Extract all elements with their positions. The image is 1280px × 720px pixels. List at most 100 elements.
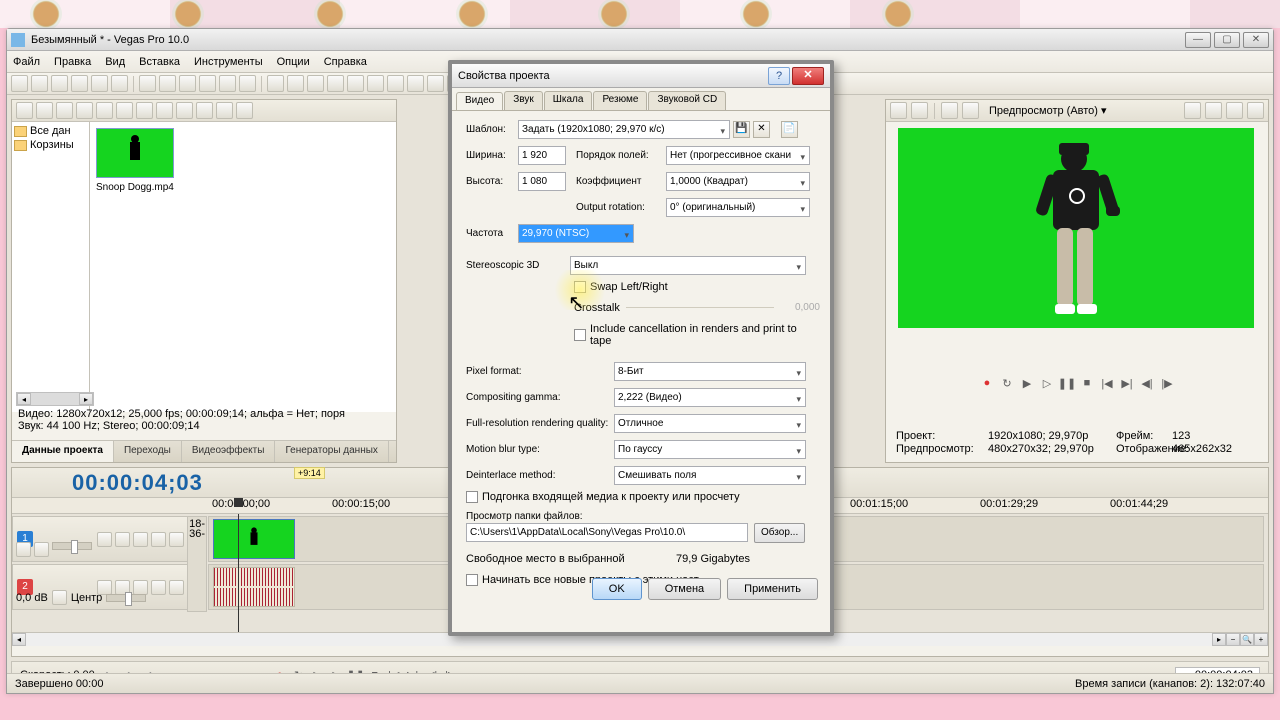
width-input[interactable] bbox=[518, 146, 566, 165]
preview-tool-icon[interactable] bbox=[1247, 102, 1264, 119]
tab-project-data[interactable]: Данные проекта bbox=[12, 441, 114, 462]
media-tree[interactable]: Все дан Корзины bbox=[12, 122, 90, 412]
tool-icon[interactable] bbox=[367, 75, 384, 92]
level-slider[interactable] bbox=[52, 542, 92, 550]
playhead[interactable] bbox=[238, 514, 239, 632]
stereo3d-select[interactable]: Выкл bbox=[570, 256, 806, 275]
preview-tool-icon[interactable] bbox=[1184, 102, 1201, 119]
menu-view[interactable]: Вид bbox=[105, 56, 125, 68]
motion-blur-select[interactable]: По гауссу bbox=[614, 440, 806, 459]
browse-button[interactable]: Обзор... bbox=[754, 523, 805, 543]
tool-icon[interactable] bbox=[31, 75, 48, 92]
track-btn[interactable] bbox=[169, 532, 184, 547]
pixel-format-select[interactable]: 8-Бит bbox=[614, 362, 806, 381]
close-button[interactable]: ✕ bbox=[1243, 32, 1269, 48]
tool-icon[interactable] bbox=[287, 75, 304, 92]
track-btn[interactable] bbox=[34, 542, 49, 557]
height-input[interactable] bbox=[518, 172, 566, 191]
match-media-icon[interactable]: 📄 bbox=[781, 121, 798, 138]
quality-select[interactable]: Отличное bbox=[614, 414, 806, 433]
track-btn[interactable] bbox=[97, 532, 112, 547]
tab-generators[interactable]: Генераторы данных bbox=[275, 441, 388, 462]
media-tool-icon[interactable] bbox=[96, 102, 113, 119]
media-tool-icon[interactable] bbox=[236, 102, 253, 119]
include-checkbox[interactable] bbox=[574, 329, 586, 341]
play-icon[interactable]: ▶ bbox=[1020, 376, 1034, 390]
play-from-start-icon[interactable]: ▷ bbox=[1040, 376, 1054, 390]
tool-icon[interactable] bbox=[219, 75, 236, 92]
tool-icon[interactable] bbox=[111, 75, 128, 92]
menu-help[interactable]: Справка bbox=[324, 56, 367, 68]
media-tool-icon[interactable] bbox=[56, 102, 73, 119]
video-clip[interactable] bbox=[213, 519, 295, 559]
tool-icon[interactable] bbox=[159, 75, 176, 92]
preview-tool-icon[interactable] bbox=[911, 102, 928, 119]
media-tool-icon[interactable] bbox=[176, 102, 193, 119]
tab-video-fx[interactable]: Видеоэффекты bbox=[182, 441, 276, 462]
tab-transitions[interactable]: Переходы bbox=[114, 441, 182, 462]
track-btn[interactable] bbox=[151, 532, 166, 547]
crosstalk-slider[interactable] bbox=[626, 307, 774, 308]
media-tool-icon[interactable] bbox=[136, 102, 153, 119]
tool-icon[interactable] bbox=[327, 75, 344, 92]
tab-summary[interactable]: Резюме bbox=[593, 91, 647, 110]
ok-button[interactable]: OK bbox=[592, 578, 642, 600]
field-order-select[interactable]: Нет (прогрессивное скани bbox=[666, 146, 810, 165]
tool-icon[interactable] bbox=[387, 75, 404, 92]
start-new-checkbox[interactable] bbox=[466, 574, 478, 586]
aspect-select[interactable]: 1,0000 (Квадрат) bbox=[666, 172, 810, 191]
tab-audio[interactable]: Звук bbox=[504, 91, 543, 110]
media-tool-icon[interactable] bbox=[116, 102, 133, 119]
timeline-marker[interactable]: +9:14 bbox=[294, 467, 325, 479]
media-tool-icon[interactable] bbox=[156, 102, 173, 119]
track-btn[interactable] bbox=[52, 590, 67, 605]
tool-icon[interactable] bbox=[179, 75, 196, 92]
menu-edit[interactable]: Правка bbox=[54, 56, 91, 68]
cancel-button[interactable]: Отмена bbox=[648, 578, 721, 600]
menu-insert[interactable]: Вставка bbox=[139, 56, 180, 68]
preview-quality[interactable]: Предпросмотр (Авто) ▾ bbox=[983, 104, 1180, 117]
preview-tool-icon[interactable] bbox=[941, 102, 958, 119]
delete-template-icon[interactable]: ✕ bbox=[753, 121, 770, 138]
apply-button[interactable]: Применить bbox=[727, 578, 818, 600]
menu-tools[interactable]: Инструменты bbox=[194, 56, 263, 68]
tab-video[interactable]: Видео bbox=[456, 92, 503, 111]
pause-icon[interactable]: ❚❚ bbox=[1060, 376, 1074, 390]
tool-icon[interactable] bbox=[307, 75, 324, 92]
skip-start-icon[interactable]: |◀ bbox=[1100, 376, 1114, 390]
tool-icon[interactable] bbox=[407, 75, 424, 92]
tool-icon[interactable] bbox=[51, 75, 68, 92]
adjust-media-checkbox[interactable] bbox=[466, 491, 478, 503]
menu-file[interactable]: Файл bbox=[13, 56, 40, 68]
tree-scrollbar[interactable]: ◂▸ bbox=[16, 392, 94, 406]
tool-icon[interactable] bbox=[139, 75, 156, 92]
prerender-folder-input[interactable] bbox=[466, 523, 748, 542]
preview-tool-icon[interactable] bbox=[1205, 102, 1222, 119]
media-tool-icon[interactable] bbox=[36, 102, 53, 119]
preview-tool-icon[interactable] bbox=[890, 102, 907, 119]
template-select[interactable]: Задать (1920x1080; 29,970 к/с) bbox=[518, 120, 730, 139]
tool-icon[interactable] bbox=[267, 75, 284, 92]
minimize-button[interactable]: — bbox=[1185, 32, 1211, 48]
tool-icon[interactable] bbox=[11, 75, 28, 92]
media-tool-icon[interactable] bbox=[76, 102, 93, 119]
media-thumbnails[interactable]: Snoop Dogg.mp4 bbox=[90, 122, 396, 412]
maximize-button[interactable]: ▢ bbox=[1214, 32, 1240, 48]
tab-ruler[interactable]: Шкала bbox=[544, 91, 593, 110]
preview-tool-icon[interactable] bbox=[1226, 102, 1243, 119]
track-btn[interactable] bbox=[151, 580, 166, 595]
clip-thumbnail[interactable] bbox=[96, 128, 174, 178]
record-icon[interactable]: ● bbox=[980, 376, 994, 390]
dialog-help-button[interactable]: ? bbox=[768, 67, 790, 85]
tool-icon[interactable] bbox=[427, 75, 444, 92]
swap-checkbox[interactable] bbox=[574, 281, 586, 293]
preview-tool-icon[interactable] bbox=[962, 102, 979, 119]
audio-clip[interactable] bbox=[213, 567, 295, 607]
track-btn[interactable] bbox=[16, 542, 31, 557]
menu-options[interactable]: Опции bbox=[277, 56, 310, 68]
track-btn[interactable] bbox=[169, 580, 184, 595]
gamma-select[interactable]: 2,222 (Видео) bbox=[614, 388, 806, 407]
deinterlace-select[interactable]: Смешивать поля bbox=[614, 466, 806, 485]
rotation-select[interactable]: 0° (оригинальный) bbox=[666, 198, 810, 217]
tool-icon[interactable] bbox=[91, 75, 108, 92]
